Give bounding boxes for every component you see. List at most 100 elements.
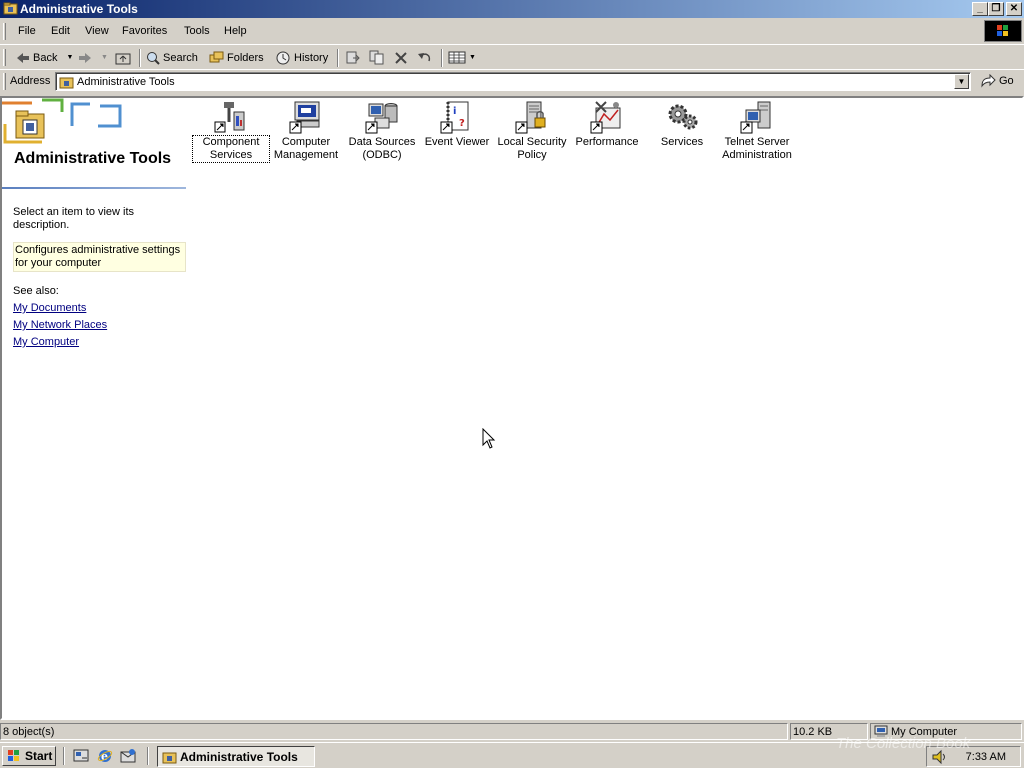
pane-title: Administrative Tools (14, 150, 172, 167)
item-label: Telnet Server Administration (722, 136, 792, 161)
toolbar-separator (337, 49, 339, 67)
undo-icon (418, 52, 431, 61)
item-label: Event Viewer (424, 136, 490, 148)
address-input[interactable]: Administrative Tools ▼ (55, 72, 971, 91)
back-button[interactable]: Back ▼ (16, 50, 73, 65)
toolbar-grip[interactable] (3, 49, 6, 66)
title-bar[interactable]: Administrative Tools _ ❐ ✕ (0, 0, 1024, 18)
services-icon (668, 104, 698, 130)
item-telnet-server-administration[interactable]: Telnet Server Administration (719, 100, 795, 162)
admin-tools-folder-icon (59, 77, 74, 89)
folders-icon (209, 51, 224, 62)
menu-favorites[interactable]: Favorites (122, 25, 167, 37)
back-dropdown-icon[interactable]: ▼ (66, 54, 73, 61)
data-sources-icon (365, 103, 398, 134)
admin-tools-folder-icon (162, 752, 177, 763)
internet-explorer-icon[interactable]: e (97, 748, 113, 764)
item-computer-management[interactable]: Computer Management (268, 100, 344, 162)
link-my-computer[interactable]: My Computer (13, 336, 79, 348)
outlook-express-icon[interactable] (120, 748, 136, 764)
history-icon (276, 51, 290, 64)
forward-arrow-icon (79, 52, 91, 63)
toolbar-separator (139, 49, 141, 67)
item-local-security-policy[interactable]: Local Security Policy (494, 100, 570, 162)
windows-logo-icon (984, 20, 1022, 42)
item-label: Performance (575, 136, 639, 148)
folder-view[interactable]: Administrative Tools Select an item to v… (0, 96, 1024, 720)
component-services-icon (214, 102, 245, 133)
status-object-count: 8 object(s) (0, 723, 788, 740)
local-security-policy-icon (515, 101, 546, 134)
restore-button[interactable]: ❐ (988, 2, 1004, 16)
item-label: Data Sources (ODBC) (348, 136, 416, 161)
history-button[interactable]: History (276, 50, 328, 65)
views-dropdown-icon[interactable]: ▼ (469, 54, 476, 61)
delete-button[interactable] (394, 50, 408, 65)
windows-flag-icon (8, 750, 19, 761)
item-label: Services (660, 136, 704, 148)
views-icon (448, 51, 466, 64)
see-also-label: See also: (13, 285, 59, 297)
taskbar-button-label: Administrative Tools (180, 749, 298, 764)
history-label: History (294, 51, 329, 64)
item-component-services[interactable]: Component Services (192, 100, 270, 163)
item-label: Local Security Policy (497, 136, 567, 161)
show-desktop-icon[interactable] (73, 748, 89, 764)
item-label: Component Services (192, 135, 270, 163)
delete-icon (395, 51, 407, 64)
standard-toolbar: Back ▼ ▼ Search Folders History ▼ (0, 44, 1024, 69)
item-performance[interactable]: Performance (569, 100, 645, 149)
close-button[interactable]: ✕ (1006, 2, 1022, 16)
forward-dropdown-icon[interactable]: ▼ (101, 54, 108, 61)
up-folder-button[interactable] (115, 50, 131, 65)
menu-edit[interactable]: Edit (51, 25, 70, 37)
menu-bar: File Edit View Favorites Tools Help (0, 20, 1024, 43)
menu-tools[interactable]: Tools (184, 25, 210, 37)
admin-tools-folder-icon (3, 2, 18, 15)
address-dropdown-button[interactable]: ▼ (954, 74, 969, 89)
views-button[interactable]: ▼ (448, 50, 476, 65)
item-event-viewer[interactable]: i ? Event Viewer (419, 100, 495, 149)
minimize-button[interactable]: _ (972, 2, 988, 16)
search-button[interactable]: Search (146, 50, 198, 65)
pane-description: Configures administrative settings for y… (13, 242, 186, 272)
admin-tools-banner-icon (2, 98, 122, 144)
pane-prompt: Select an item to view its description. (13, 206, 135, 231)
svg-text:?: ? (459, 118, 465, 129)
computer-management-icon (289, 101, 320, 134)
menu-file[interactable]: File (18, 25, 36, 37)
copy-to-icon (369, 50, 384, 65)
move-to-button[interactable] (345, 50, 361, 65)
taskbar-button-administrative-tools[interactable]: Administrative Tools (157, 746, 315, 767)
item-data-sources[interactable]: Data Sources (ODBC) (344, 100, 420, 162)
item-services[interactable]: Services (644, 100, 720, 149)
address-bar: Address Administrative Tools ▼ Go (0, 69, 1024, 92)
copy-to-button[interactable] (369, 50, 385, 65)
taskbar-separator (147, 747, 149, 765)
taskbar-separator (63, 747, 65, 765)
watermark-text: The Collection Book (836, 735, 971, 752)
telnet-server-icon (740, 101, 771, 134)
event-viewer-icon: i ? (440, 101, 469, 134)
web-view-pane: Administrative Tools Select an item to v… (2, 98, 190, 718)
go-label: Go (999, 75, 1014, 87)
window-title: Administrative Tools (20, 2, 138, 16)
toolbar-separator (441, 49, 443, 67)
undo-button[interactable] (417, 50, 433, 65)
go-button[interactable]: Go (980, 74, 1014, 88)
svg-text:i: i (453, 106, 456, 117)
back-label: Back (33, 51, 58, 64)
folders-button[interactable]: Folders (209, 50, 264, 65)
start-button[interactable]: Start (2, 746, 56, 766)
link-my-documents[interactable]: My Documents (13, 302, 86, 314)
link-my-network-places[interactable]: My Network Places (13, 319, 107, 331)
forward-button[interactable]: ▼ (78, 50, 108, 65)
menu-view[interactable]: View (85, 25, 109, 37)
clock[interactable]: 7:33 AM (966, 751, 1006, 763)
menu-grip[interactable] (3, 23, 6, 40)
performance-icon (590, 101, 621, 134)
menu-help[interactable]: Help (224, 25, 247, 37)
start-label: Start (25, 749, 53, 763)
item-label: Computer Management (273, 136, 339, 161)
address-grip[interactable] (3, 73, 6, 90)
